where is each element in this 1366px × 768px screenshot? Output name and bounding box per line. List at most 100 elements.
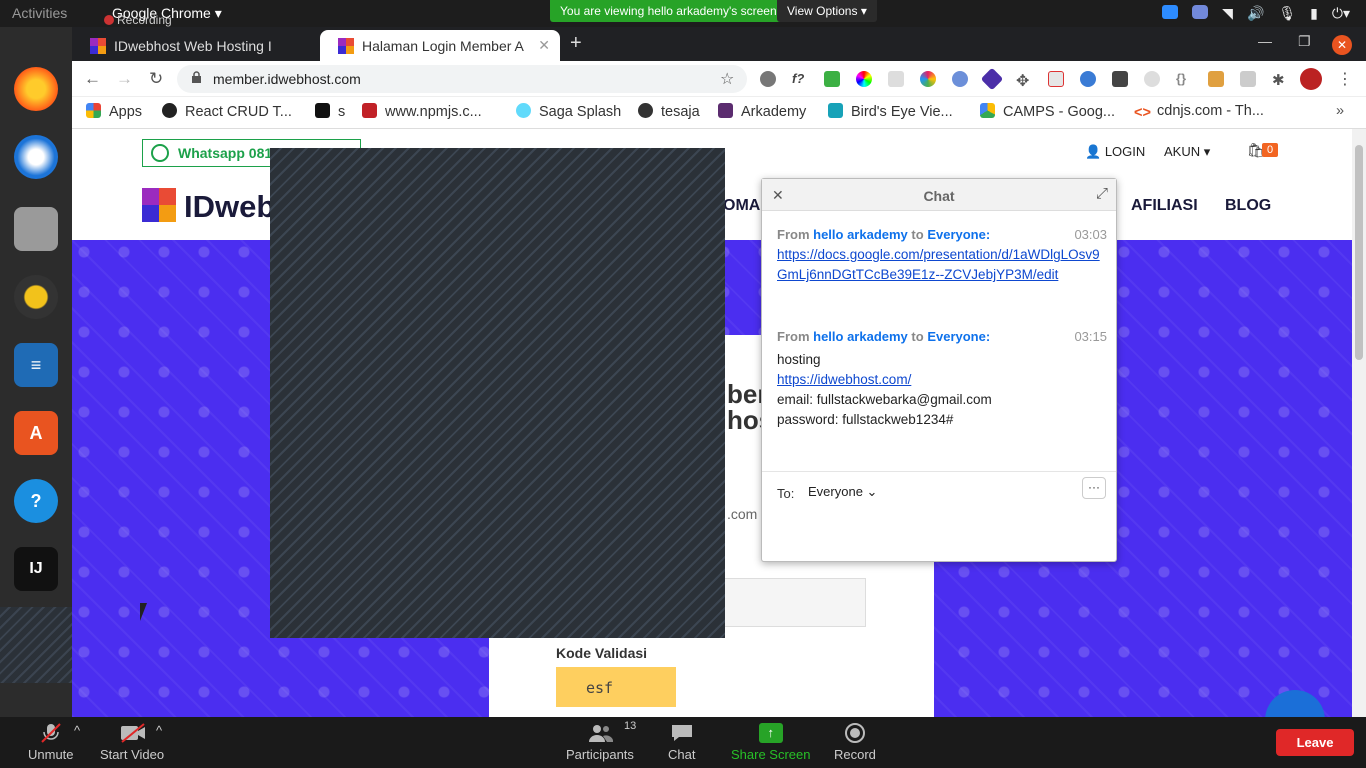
menu-domain[interactable]: OMAI	[723, 197, 765, 215]
participants-count: 13	[624, 720, 637, 732]
npm-favicon-icon	[362, 103, 377, 118]
chrome-toolbar: ← → ↻ member.idwebhost.com ☆ f? ✥ {} ✱ ⋮	[72, 61, 1366, 97]
menu-afiliasi[interactable]: AFILIASI	[1131, 197, 1198, 215]
colorpicker-extension-icon[interactable]	[856, 71, 872, 87]
bookmark-s[interactable]: s	[315, 103, 345, 120]
microphone-icon[interactable]: 🎙	[1278, 5, 1296, 22]
view-options-button[interactable]: View Options ▾	[777, 0, 877, 22]
code-extension-icon[interactable]: {}	[1176, 71, 1192, 87]
bookmark-cdnjs[interactable]: <> cdnjs.com - Th...	[1134, 103, 1264, 121]
akun-dropdown[interactable]: AKUN ▾	[1164, 144, 1210, 160]
message-link[interactable]: https://docs.google.com/presentation/d/1…	[777, 245, 1107, 285]
bookmark-arkademy[interactable]: Arkademy	[718, 103, 806, 120]
bookmark-tesaja[interactable]: tesaja	[638, 103, 700, 120]
bookmark-saga-splash[interactable]: Saga Splash	[516, 103, 621, 120]
move-extension-icon[interactable]: ✥	[1016, 71, 1032, 90]
download-extension-icon[interactable]	[824, 71, 840, 87]
forward-icon[interactable]: →	[116, 69, 133, 89]
chat-header: ✕ Chat ⤢	[762, 179, 1116, 211]
url-text: member.idwebhost.com	[213, 71, 361, 87]
zoom-tray-icon[interactable]	[1162, 5, 1179, 19]
ruler-extension-icon[interactable]	[1208, 71, 1224, 87]
page-scrollbar[interactable]	[1352, 129, 1366, 717]
battery-icon[interactable]: ▮	[1310, 5, 1318, 22]
thunderbird-icon[interactable]	[14, 135, 58, 179]
palette-extension-icon[interactable]	[920, 71, 936, 87]
email-field-fragment[interactable]: .com	[727, 506, 757, 522]
recipient-dropdown[interactable]: Everyone ⌄	[800, 480, 885, 502]
calendar-extension-icon[interactable]	[1048, 71, 1064, 87]
circle-extension-icon[interactable]	[1144, 71, 1160, 87]
purple-extension-icon[interactable]	[980, 67, 1004, 91]
participants-icon	[588, 723, 613, 743]
discord-tray-icon[interactable]	[1192, 5, 1209, 19]
sender-name: hello arkademy	[813, 329, 908, 344]
tab-login-member[interactable]: Halaman Login Member A ✕	[320, 30, 560, 61]
new-tab-button[interactable]: +	[570, 32, 582, 55]
unmute-button[interactable]: Unmute	[28, 723, 74, 762]
moon-extension-icon[interactable]	[952, 71, 968, 87]
close-tab-icon[interactable]: ✕	[538, 37, 550, 54]
more-bookmarks-icon[interactable]: »	[1336, 103, 1344, 119]
chat-compose-area[interactable]: To: Everyone ⌄ ···	[762, 471, 1116, 561]
puzzle-extensions-icon[interactable]: ✱	[1272, 71, 1288, 89]
software-center-icon[interactable]: A	[14, 411, 58, 455]
intellij-icon[interactable]: IJ	[14, 547, 58, 591]
video-options-caret-icon[interactable]: ^	[156, 723, 162, 738]
start-video-button[interactable]: Start Video	[100, 723, 164, 762]
idwebhost-logo[interactable]: IDweb	[142, 188, 275, 225]
bookmark-npmjs[interactable]: www.npmjs.c...	[362, 103, 482, 120]
minimize-icon[interactable]: —	[1258, 33, 1272, 49]
share-screen-button[interactable]: ↑ Share Screen	[731, 723, 811, 762]
message-text: password: fullstackweb1234#	[777, 412, 954, 427]
screen-share-thumbnail	[0, 607, 72, 683]
help-icon[interactable]: ?	[14, 479, 58, 523]
close-window-button[interactable]: ✕	[1332, 35, 1352, 55]
chrome-menu-icon[interactable]: ⋮	[1337, 69, 1353, 89]
maximize-icon[interactable]: ❐	[1298, 33, 1311, 50]
wifi-icon[interactable]: ◥	[1222, 5, 1233, 22]
volume-icon[interactable]: 🔊	[1247, 5, 1264, 22]
rhythmbox-icon[interactable]	[14, 275, 58, 319]
cube-extension-icon[interactable]	[1112, 71, 1128, 87]
formula-extension-icon[interactable]: f?	[792, 71, 808, 87]
scrollbar-thumb[interactable]	[1355, 145, 1363, 360]
bookmark-apps[interactable]: Apps	[86, 103, 142, 120]
bookmark-star-icon[interactable]: ☆	[720, 69, 734, 89]
view-options-label: View Options	[787, 4, 858, 18]
globe-extension-icon[interactable]	[1080, 71, 1096, 87]
leave-meeting-button[interactable]: Leave	[1276, 729, 1354, 756]
chat-label: Chat	[668, 747, 696, 762]
d-favicon-icon	[828, 103, 843, 118]
address-bar[interactable]: member.idwebhost.com	[177, 65, 747, 93]
record-icon	[843, 723, 867, 743]
chat-button[interactable]: Chat	[668, 723, 695, 762]
activities-button[interactable]: Activities	[12, 5, 67, 21]
reload-icon[interactable]: ↻	[149, 69, 163, 89]
tab-idwebhost[interactable]: IDwebhost Web Hosting I	[72, 30, 317, 61]
profile-avatar[interactable]	[1300, 68, 1322, 90]
more-options-button[interactable]: ···	[1082, 477, 1106, 499]
start-video-label: Start Video	[100, 747, 165, 762]
bookmark-birds-eye[interactable]: Bird's Eye Vie...	[828, 103, 953, 120]
menu-blog[interactable]: BLOG	[1225, 197, 1271, 215]
extension-gear-icon[interactable]	[760, 71, 776, 87]
bookmark-react-crud[interactable]: React CRUD T...	[162, 103, 292, 120]
back-icon[interactable]: ←	[84, 69, 101, 89]
audio-options-caret-icon[interactable]: ^	[74, 723, 80, 738]
expand-chat-icon[interactable]: ⤢	[1096, 185, 1108, 202]
arkademy-favicon-icon	[718, 103, 733, 118]
record-button[interactable]: Record	[834, 723, 876, 762]
participants-label: Participants	[566, 747, 634, 762]
translate-extension-icon[interactable]	[1240, 71, 1256, 87]
libreoffice-writer-icon[interactable]: ≡	[14, 343, 58, 387]
login-link[interactable]: 👤 LOGIN	[1085, 144, 1145, 160]
firefox-icon[interactable]	[14, 67, 58, 111]
files-icon[interactable]	[14, 207, 58, 251]
grid-extension-icon[interactable]	[888, 71, 904, 87]
kode-validasi-label: Kode Validasi	[556, 645, 648, 661]
bookmark-label: cdnjs.com - Th...	[1157, 103, 1264, 119]
message-link[interactable]: https://idwebhost.com/	[777, 370, 1107, 390]
bookmark-camps[interactable]: CAMPS - Goog...	[980, 103, 1115, 120]
power-menu-icon[interactable]: ⏻▾	[1332, 5, 1350, 22]
